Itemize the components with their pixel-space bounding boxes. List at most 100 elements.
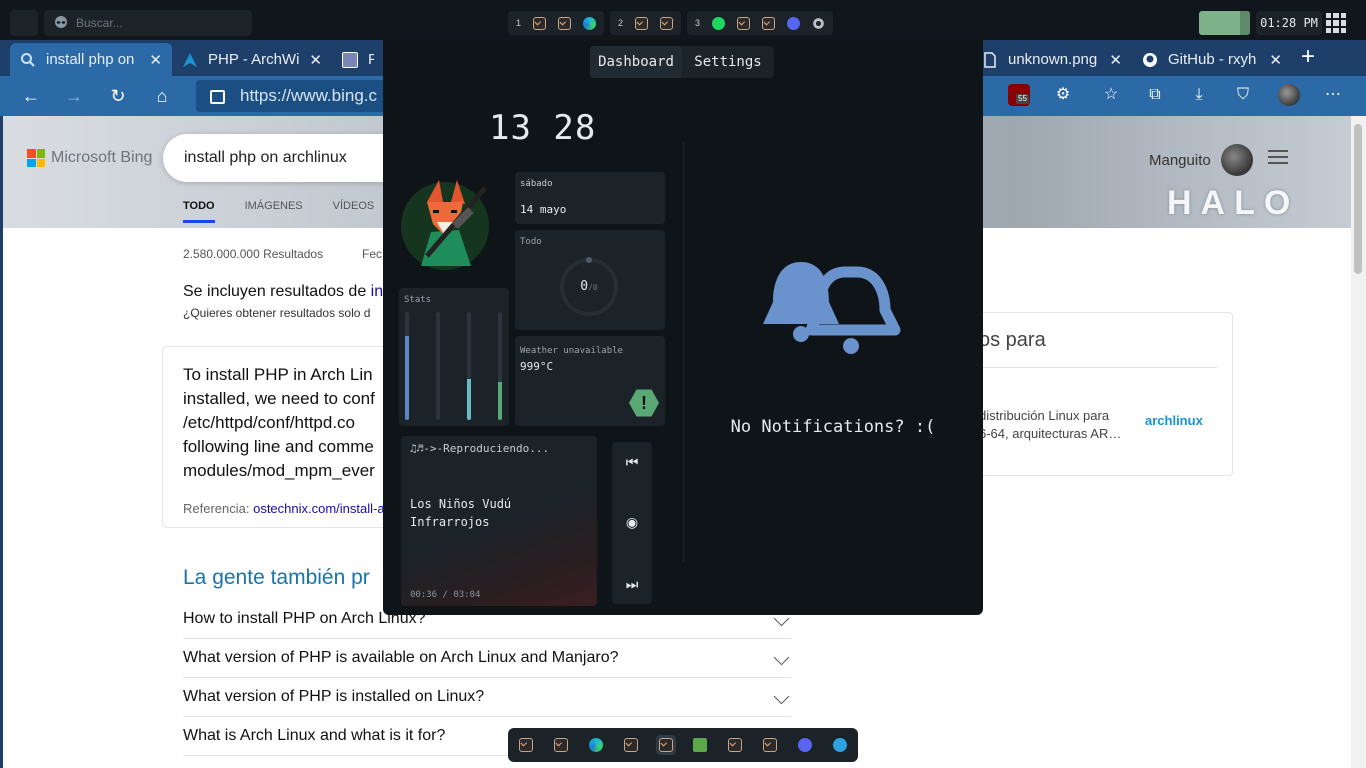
answer-text: To install PHP in Arch Lin installed, we… bbox=[183, 365, 375, 480]
included-results-notice: Se incluyen resultados de ins bbox=[183, 283, 391, 301]
tab-todo[interactable]: TODO bbox=[183, 200, 215, 223]
app-grid-icon[interactable] bbox=[1326, 13, 1346, 33]
dashboard-tabs: Dashboard Settings bbox=[590, 46, 774, 78]
todo-card[interactable]: Todo 0/0 bbox=[515, 230, 665, 330]
divider bbox=[979, 367, 1217, 368]
chevron-down-icon bbox=[773, 649, 790, 666]
tab-archwiki[interactable]: PHP - ArchWi ✕ bbox=[172, 43, 332, 76]
back-icon[interactable]: ← bbox=[19, 84, 43, 108]
workspace-number: 3 bbox=[695, 18, 701, 28]
close-icon[interactable]: ✕ bbox=[1109, 51, 1122, 69]
bing-scope-tabs: TODO IMÁGENES VÍDEOS bbox=[183, 200, 374, 223]
stat-bar bbox=[405, 312, 409, 420]
refresh-icon[interactable]: ↻ bbox=[106, 84, 130, 108]
todo-count: 0 bbox=[580, 279, 589, 294]
tab-settings[interactable]: Settings bbox=[682, 46, 774, 78]
workspace-number: 2 bbox=[618, 18, 624, 28]
dock-item[interactable] bbox=[830, 735, 850, 755]
terminal-icon[interactable] bbox=[737, 16, 751, 30]
user-account[interactable]: Manguito bbox=[1149, 144, 1253, 176]
search-input[interactable]: Buscar... bbox=[44, 10, 252, 36]
archlinux-logo[interactable]: archlinux bbox=[1145, 413, 1203, 428]
microsoft-logo-icon bbox=[27, 149, 45, 167]
tab-imagenes[interactable]: IMÁGENES bbox=[245, 200, 303, 223]
topbar-clock[interactable]: 01:28 PM bbox=[1256, 11, 1322, 35]
terminal-icon[interactable] bbox=[635, 16, 649, 30]
tab-bing[interactable]: install php on ✕ bbox=[10, 43, 172, 76]
panel-divider bbox=[683, 142, 684, 562]
tab-videos[interactable]: VÍDEOS bbox=[333, 200, 375, 223]
dock-item[interactable] bbox=[655, 735, 676, 755]
music-player-card: ♫♬->-Reproduciendo... Los Niños Vudú Inf… bbox=[401, 436, 597, 606]
next-track-icon[interactable]: ⏭ bbox=[622, 574, 642, 594]
terminal-icon[interactable] bbox=[558, 16, 572, 30]
page-scrollbar[interactable] bbox=[1351, 116, 1366, 768]
tab-label: unknown.png bbox=[1008, 51, 1098, 68]
extensions-icon[interactable]: ⚙ bbox=[1052, 84, 1074, 106]
faq-item[interactable]: What version of PHP is available on Arch… bbox=[183, 639, 791, 678]
launcher-button[interactable] bbox=[10, 10, 38, 36]
dock-item[interactable] bbox=[690, 735, 710, 755]
forward-icon[interactable]: → bbox=[62, 84, 86, 108]
ublock-icon[interactable]: 55 bbox=[1008, 84, 1030, 106]
more-icon[interactable]: ⋯ bbox=[1322, 84, 1344, 106]
workspace-2[interactable]: 2 bbox=[610, 11, 682, 35]
dock-item[interactable] bbox=[795, 735, 815, 755]
warning-icon: ! bbox=[629, 389, 659, 417]
close-icon[interactable]: ✕ bbox=[1269, 51, 1282, 69]
stat-bar-fill bbox=[498, 382, 502, 420]
dock-item[interactable] bbox=[760, 735, 780, 755]
dock-item[interactable] bbox=[725, 735, 745, 755]
dock-item[interactable] bbox=[551, 735, 571, 755]
game-icon bbox=[693, 738, 708, 752]
battery-indicator[interactable] bbox=[1199, 11, 1250, 35]
dock-item[interactable] bbox=[516, 735, 536, 755]
collections-icon[interactable]: ⧉ bbox=[1144, 84, 1166, 106]
reference-link[interactable]: ostechnix.com/install-a bbox=[253, 501, 385, 516]
workspace-1[interactable]: 1 bbox=[508, 11, 605, 35]
edge-icon[interactable] bbox=[583, 16, 597, 30]
url-bar[interactable]: https://www.bing.c bbox=[196, 80, 386, 112]
bing-logo[interactable]: Microsoft Bing bbox=[27, 149, 152, 167]
terminal-icon[interactable] bbox=[660, 16, 674, 30]
dock bbox=[508, 728, 858, 762]
tab-github[interactable]: GitHub - rxyh ✕ bbox=[1132, 43, 1292, 76]
settings-icon[interactable] bbox=[812, 16, 826, 30]
profile-avatar[interactable] bbox=[1278, 84, 1300, 106]
previous-track-icon[interactable]: ⏮ bbox=[622, 452, 642, 472]
playback-status: ♫♬->-Reproduciendo... bbox=[410, 442, 550, 455]
stats-card: Stats bbox=[399, 288, 509, 426]
track-title: Los Niños Vudú bbox=[410, 497, 512, 511]
hamburger-menu-icon[interactable] bbox=[1268, 150, 1288, 164]
original-query-link[interactable]: ¿Quieres obtener resultados solo d bbox=[183, 306, 370, 320]
terminal-icon bbox=[519, 738, 533, 752]
terminal-icon bbox=[658, 738, 673, 752]
github-icon bbox=[1143, 52, 1157, 67]
favorites-icon[interactable]: ☆ bbox=[1100, 84, 1122, 106]
close-icon[interactable]: ✕ bbox=[149, 51, 162, 69]
date-filter[interactable]: Fec bbox=[362, 247, 382, 261]
faq-item[interactable]: What version of PHP is installed on Linu… bbox=[183, 678, 791, 717]
new-tab-button[interactable]: + bbox=[1296, 43, 1320, 73]
dock-item[interactable] bbox=[586, 735, 606, 755]
stat-bar bbox=[498, 312, 502, 420]
tab-dashboard[interactable]: Dashboard bbox=[590, 46, 682, 78]
browser-essentials-icon[interactable]: ⛉ bbox=[1232, 84, 1254, 106]
terminal-icon[interactable] bbox=[762, 16, 776, 30]
workspace-number: 1 bbox=[516, 18, 522, 28]
tab-unknown-png[interactable]: unknown.png ✕ bbox=[972, 43, 1132, 76]
downloads-icon[interactable]: ⤓ bbox=[1188, 84, 1210, 106]
terminal-icon bbox=[763, 738, 778, 752]
faq-question: What is Arch Linux and what is it for? bbox=[183, 727, 446, 744]
dock-item[interactable] bbox=[621, 735, 641, 755]
play-pause-icon[interactable]: ◉ bbox=[622, 512, 642, 532]
terminal-icon[interactable] bbox=[533, 16, 547, 30]
tab-php[interactable]: PH bbox=[332, 43, 384, 76]
discord-icon[interactable] bbox=[787, 16, 801, 30]
spotify-icon[interactable] bbox=[712, 16, 726, 30]
workspace-3[interactable]: 3 bbox=[687, 11, 834, 35]
weather-card: Weather unavailable 999°C ! bbox=[515, 336, 665, 426]
alien-icon bbox=[55, 16, 67, 28]
close-icon[interactable]: ✕ bbox=[309, 51, 322, 69]
home-icon[interactable]: ⌂ bbox=[150, 84, 174, 108]
